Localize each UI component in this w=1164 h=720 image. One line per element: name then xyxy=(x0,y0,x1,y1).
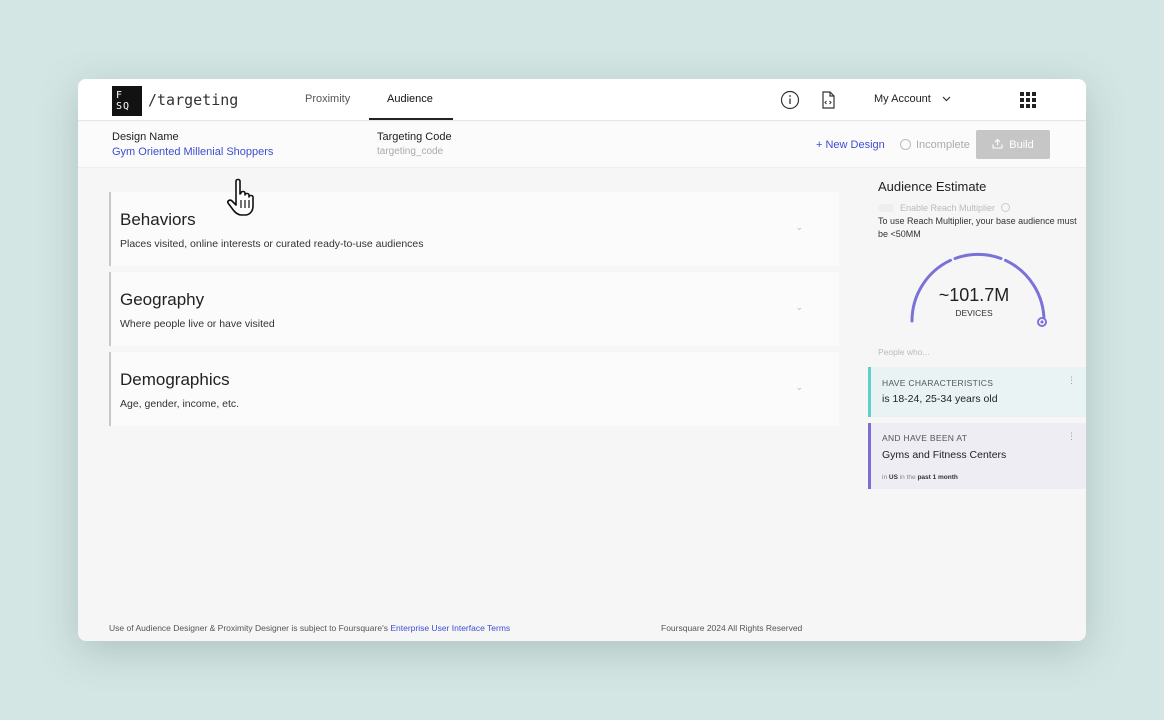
more-options-icon[interactable]: ⋮ xyxy=(1067,431,1076,442)
tab-audience[interactable]: Audience xyxy=(387,93,433,105)
active-tab-indicator xyxy=(369,118,453,120)
app-window: F SQ /targeting Proximity Audience My Ac… xyxy=(78,79,1086,641)
code-file-icon[interactable] xyxy=(818,90,838,110)
section-demographics[interactable]: Demographics Age, gender, income, etc. ⌄ xyxy=(109,352,839,426)
foot-place: US xyxy=(888,474,898,481)
reach-note: To use Reach Multiplier, your base audie… xyxy=(878,216,1077,239)
section-title: Behaviors xyxy=(120,210,196,229)
upload-icon xyxy=(992,138,1003,152)
terms-link[interactable]: Enterprise User Interface Terms xyxy=(390,623,510,633)
design-name-value[interactable]: Gym Oriented Millenial Shoppers xyxy=(112,146,273,158)
chevron-down-icon: ⌄ xyxy=(795,302,803,312)
foot-in-the: in the xyxy=(899,474,916,481)
help-icon[interactable] xyxy=(1000,203,1010,212)
section-geography[interactable]: Geography Where people live or have visi… xyxy=(109,272,839,346)
terms-footer: Use of Audience Designer & Proximity Des… xyxy=(109,623,510,633)
tab-proximity[interactable]: Proximity xyxy=(305,93,350,105)
criteria-heading: AND HAVE BEEN AT xyxy=(882,433,968,443)
section-description: Places visited, online interests or cura… xyxy=(120,238,424,250)
app-path: /targeting xyxy=(148,91,239,109)
more-options-icon[interactable]: ⋮ xyxy=(1067,375,1076,386)
criteria-places[interactable]: AND HAVE BEEN AT Gyms and Fitness Center… xyxy=(868,423,1086,489)
status-indicator: Incomplete xyxy=(900,139,970,151)
terms-prefix: Use of Audience Designer & Proximity Des… xyxy=(109,623,388,633)
estimate-value: ~101.7M xyxy=(938,285,1010,305)
build-label: Build xyxy=(1009,138,1034,151)
audience-estimate-panel: Audience Estimate Enable Reach Multiplie… xyxy=(868,169,1086,641)
people-who-label: People who... xyxy=(878,347,930,357)
new-design-button[interactable]: + New Design xyxy=(816,139,885,151)
chevron-down-icon: ⌄ xyxy=(795,222,803,232)
targeting-code-label: Targeting Code xyxy=(377,131,452,143)
criteria-footnote: in US in the past 1 month xyxy=(882,474,958,481)
design-name-label: Design Name xyxy=(112,131,179,143)
build-button[interactable]: Build xyxy=(976,130,1050,159)
estimate-unit: DEVICES xyxy=(955,308,993,318)
reach-toggle-label: Enable Reach Multiplier xyxy=(900,203,996,213)
reach-multiplier-toggle[interactable]: Enable Reach Multiplier xyxy=(878,203,1010,213)
toggle-switch-icon xyxy=(878,204,894,212)
account-label: My Account xyxy=(874,93,931,105)
criteria-text: Gyms and Fitness Centers xyxy=(882,449,1007,461)
estimate-title: Audience Estimate xyxy=(878,179,987,194)
criteria-heading: HAVE CHARACTERISTICS xyxy=(882,378,994,388)
section-title: Geography xyxy=(120,290,205,309)
status-label: Incomplete xyxy=(916,139,970,151)
top-nav: F SQ /targeting Proximity Audience My Ac… xyxy=(78,79,1086,121)
section-description: Where people live or have visited xyxy=(120,318,275,330)
foot-period: past 1 month xyxy=(917,474,958,481)
logo-letter-f: F xyxy=(116,90,124,101)
section-title: Demographics xyxy=(120,370,230,389)
section-description: Age, gender, income, etc. xyxy=(120,398,240,410)
criteria-text: is 18-24, 25-34 years old xyxy=(882,393,998,405)
copyright: Foursquare 2024 All Rights Reserved xyxy=(661,623,803,633)
criteria-characteristics[interactable]: HAVE CHARACTERISTICS is 18-24, 25-34 yea… xyxy=(868,367,1086,417)
targeting-code-input[interactable]: targeting_code xyxy=(377,146,443,157)
foursquare-logo[interactable]: F SQ xyxy=(112,86,142,116)
logo-letters-sq: SQ xyxy=(116,101,131,112)
account-menu[interactable]: My Account xyxy=(874,93,951,105)
hand-pointer-icon xyxy=(227,178,254,216)
chevron-down-icon: ⌄ xyxy=(795,382,803,392)
chevron-down-icon xyxy=(942,93,951,105)
apps-grid-icon[interactable] xyxy=(1020,92,1036,108)
section-behaviors[interactable]: Behaviors Places visited, online interes… xyxy=(109,192,839,266)
info-icon[interactable] xyxy=(780,90,800,110)
foot-in: in xyxy=(882,474,888,481)
status-circle-icon xyxy=(900,139,911,150)
